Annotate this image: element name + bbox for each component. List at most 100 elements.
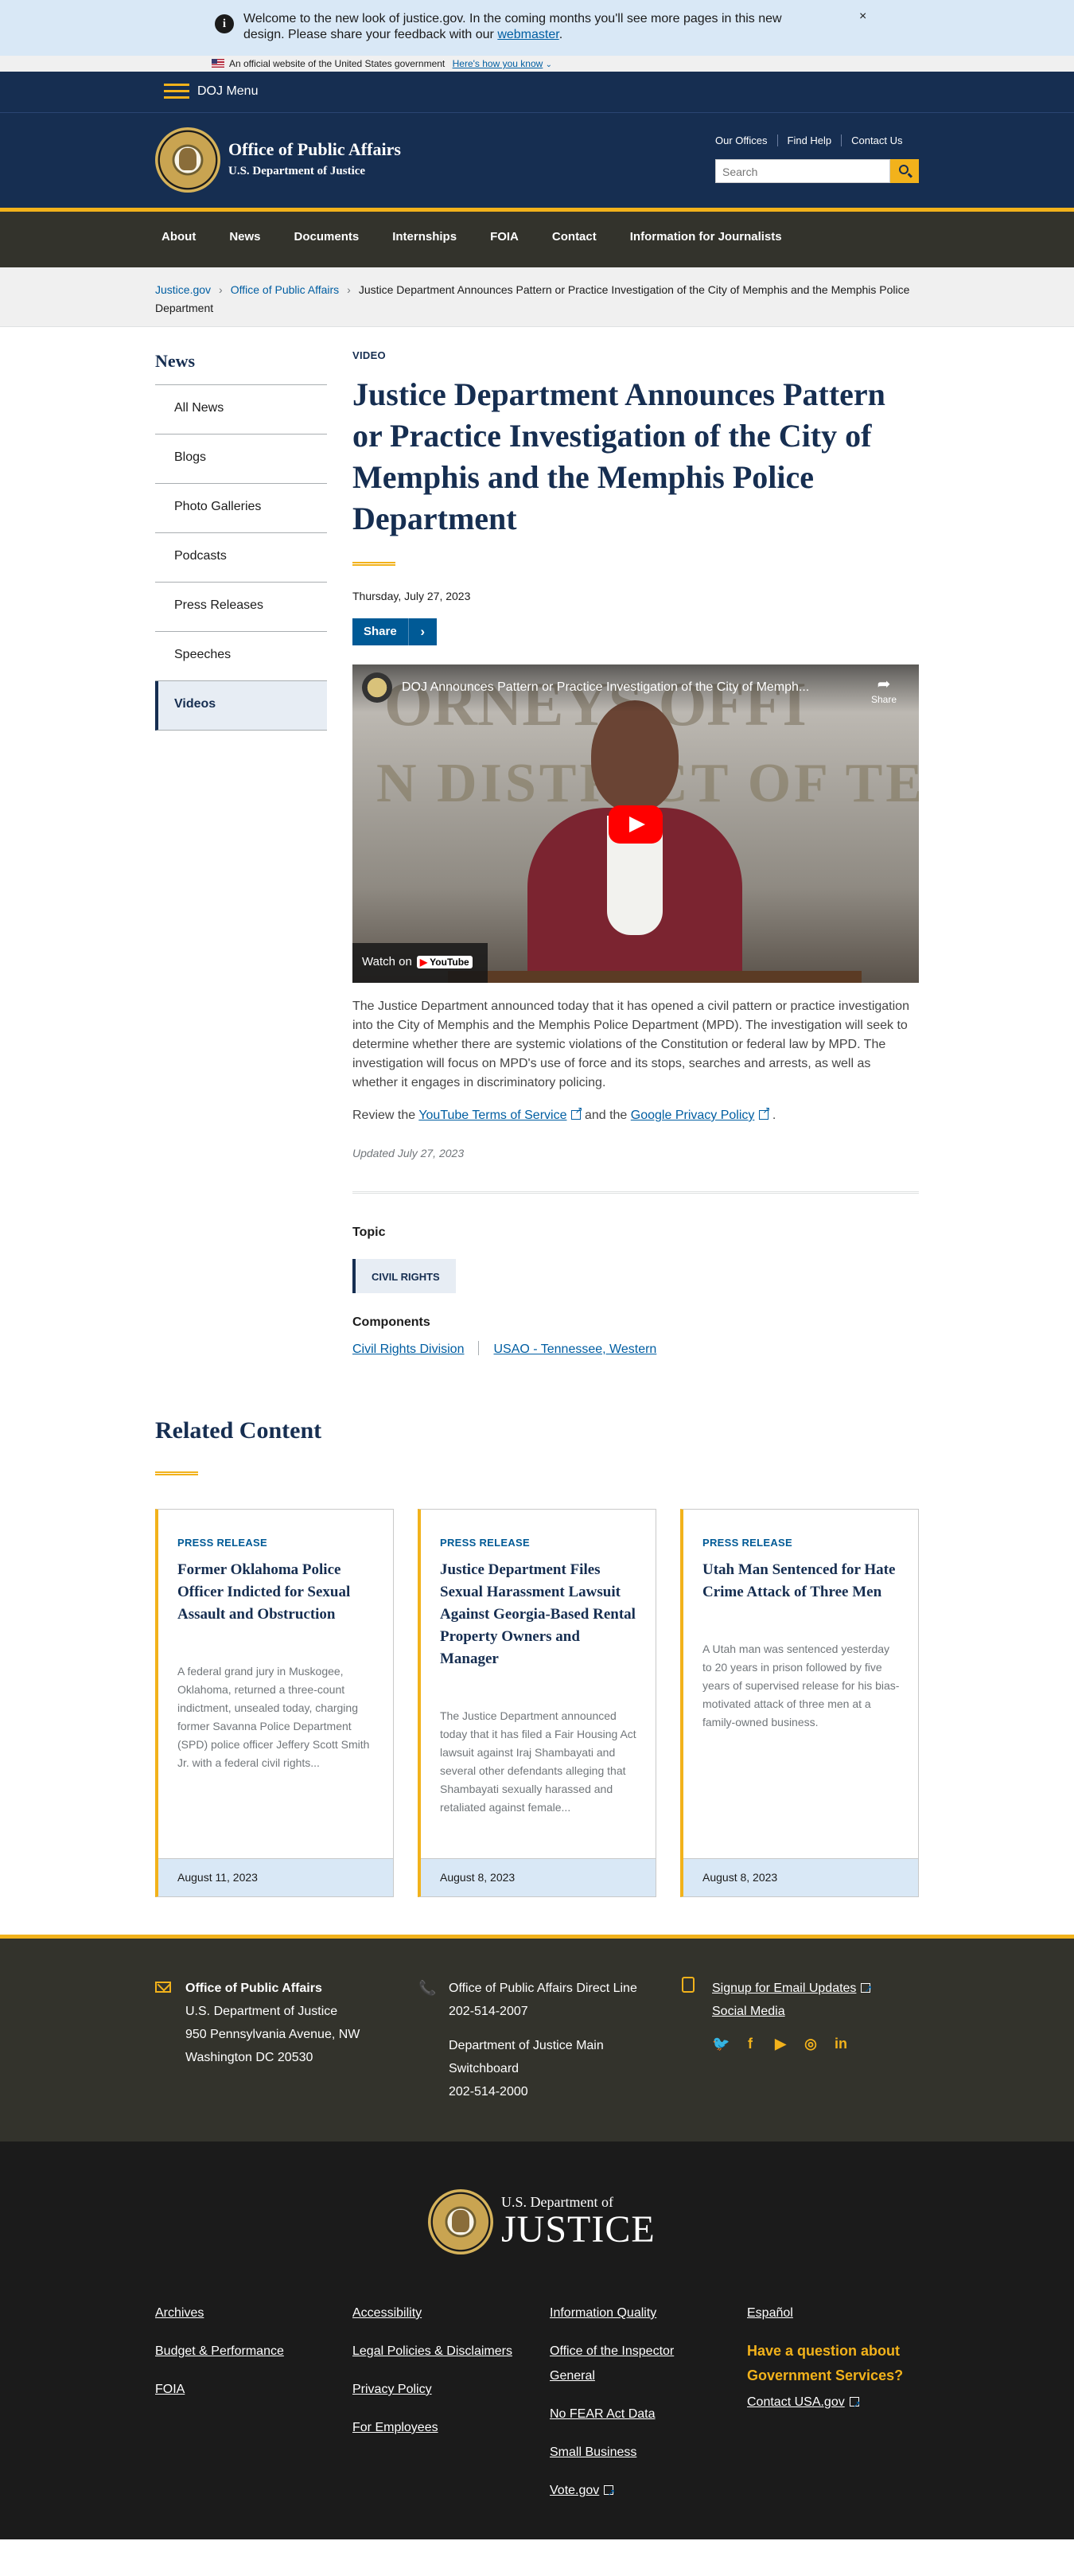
phone-number[interactable]: 202-514-2000 bbox=[449, 2080, 637, 2103]
side-nav-photo-galleries[interactable]: Photo Galleries bbox=[155, 484, 327, 533]
breadcrumb-justice-gov[interactable]: Justice.gov bbox=[155, 283, 211, 296]
footer-office-name: Office of Public Affairs bbox=[185, 1982, 322, 1995]
instagram-icon[interactable]: ◎ bbox=[803, 2032, 819, 2056]
article: VIDEO Justice Department Announces Patte… bbox=[352, 349, 919, 1357]
nav-documents[interactable]: Documents bbox=[294, 230, 360, 244]
linkedin-icon[interactable]: in bbox=[833, 2032, 849, 2056]
google-privacy-link[interactable]: Google Privacy Policy bbox=[631, 1109, 755, 1122]
phone-icon: 📞 bbox=[418, 1980, 437, 1996]
phone-number[interactable]: 202-514-2007 bbox=[449, 2000, 637, 2023]
content-type-label: VIDEO bbox=[352, 349, 386, 361]
card-summary: A federal grand jury in Muskogee, Oklaho… bbox=[177, 1665, 370, 1769]
share-label: Share bbox=[364, 625, 397, 638]
twitter-icon[interactable]: 🐦 bbox=[712, 2032, 730, 2056]
component-usao-tennessee-western[interactable]: USAO - Tennessee, Western bbox=[493, 1343, 656, 1356]
related-divider bbox=[155, 1471, 198, 1475]
card-summary: The Justice Department announced today t… bbox=[440, 1709, 636, 1814]
footer-link-vote-gov[interactable]: Vote.gov bbox=[550, 2478, 599, 2503]
card-type: PRESS RELEASE bbox=[440, 1537, 530, 1549]
doj-seal-logo[interactable] bbox=[428, 2189, 493, 2254]
footer-brand[interactable]: U.S. Department of JUSTICE bbox=[501, 2194, 656, 2249]
footer-link-privacy-policy[interactable]: Privacy Policy bbox=[352, 2377, 512, 2402]
our-offices-link[interactable]: Our Offices bbox=[715, 134, 777, 146]
social-media-link[interactable]: Social Media bbox=[712, 2005, 785, 2018]
youtube-terms-link[interactable]: YouTube Terms of Service bbox=[418, 1109, 566, 1122]
side-nav-videos[interactable]: Videos bbox=[155, 681, 327, 731]
how-you-know-link[interactable]: Here's how you know bbox=[453, 58, 543, 69]
footer-link-information-quality[interactable]: Information Quality bbox=[550, 2301, 709, 2325]
site-title[interactable]: Office of Public Affairs U.S. Department… bbox=[228, 139, 401, 178]
footer-link-accessibility[interactable]: Accessibility bbox=[352, 2301, 512, 2325]
video-share-button[interactable]: ➦ Share bbox=[871, 674, 897, 705]
menu-label: DOJ Menu bbox=[197, 84, 259, 98]
nav-about[interactable]: About bbox=[161, 230, 196, 244]
video-title[interactable]: DOJ Announces Pattern or Practice Invest… bbox=[402, 680, 855, 695]
watch-on-youtube-button[interactable]: Watch on ▶ YouTube bbox=[352, 943, 488, 983]
podium bbox=[448, 971, 862, 983]
related-card[interactable]: PRESS RELEASE Former Oklahoma Police Off… bbox=[155, 1509, 394, 1897]
share-button[interactable]: Share › bbox=[352, 618, 437, 645]
breadcrumb-bar: Justice.gov › Office of Public Affairs › Jus… bbox=[0, 267, 1074, 327]
footer-link-small-business[interactable]: Small Business bbox=[550, 2440, 709, 2465]
side-nav-press-releases[interactable]: Press Releases bbox=[155, 583, 327, 632]
footer-link-legal-policies[interactable]: Legal Policies & Disclaimers bbox=[352, 2339, 512, 2364]
nav-internships[interactable]: Internships bbox=[392, 230, 457, 244]
site-title-sub: U.S. Department of Justice bbox=[228, 165, 366, 177]
external-link-icon bbox=[861, 1978, 873, 2001]
related-card[interactable]: PRESS RELEASE Utah Man Sentenced for Hat… bbox=[680, 1509, 919, 1897]
review-terms: Review the YouTube Terms of Service and … bbox=[352, 1105, 919, 1123]
card-date: August 8, 2023 bbox=[421, 1858, 656, 1896]
search-input[interactable]: Search bbox=[715, 159, 890, 183]
footer-link-for-employees[interactable]: For Employees bbox=[352, 2415, 512, 2440]
review-mid: and the bbox=[584, 1109, 628, 1122]
find-help-link[interactable]: Find Help bbox=[776, 134, 842, 146]
card-title[interactable]: Justice Department Files Sexual Harassme… bbox=[440, 1559, 639, 1670]
side-nav-podcasts[interactable]: Podcasts bbox=[155, 533, 327, 583]
footer-brand-line2: JUSTICE bbox=[501, 2208, 656, 2251]
side-nav-speeches[interactable]: Speeches bbox=[155, 632, 327, 681]
email-updates-link[interactable]: Signup for Email Updates bbox=[712, 1982, 856, 1995]
video-speaker-head bbox=[591, 700, 679, 812]
phone-label: Switchboard bbox=[449, 2062, 519, 2075]
search-icon bbox=[899, 165, 909, 174]
footer-link-archives[interactable]: Archives bbox=[155, 2301, 284, 2325]
breadcrumb-office-of-public-affairs[interactable]: Office of Public Affairs bbox=[231, 283, 339, 296]
facebook-icon[interactable]: f bbox=[742, 2032, 758, 2056]
footer-links-col4: Español Have a question about Government… bbox=[747, 2301, 919, 2428]
topic-tag-civil-rights[interactable]: CIVIL RIGHTS bbox=[352, 1259, 456, 1293]
doj-menu-button[interactable]: DOJ Menu bbox=[164, 84, 258, 99]
footer-link-inspector-general[interactable]: Office of the Inspector General bbox=[550, 2339, 709, 2388]
card-title[interactable]: Former Oklahoma Police Officer Indicted … bbox=[177, 1559, 376, 1626]
video-player[interactable]: ORNEYS OFFI N DISTRICT OF TENN DOJ Annou… bbox=[352, 664, 919, 983]
card-title[interactable]: Utah Man Sentenced for Hate Crime Attack… bbox=[702, 1559, 901, 1604]
footer-link-espanol[interactable]: Español bbox=[747, 2301, 919, 2325]
channel-avatar[interactable] bbox=[362, 672, 392, 703]
youtube-logo-icon: ▶ YouTube bbox=[416, 956, 473, 968]
side-nav-blogs[interactable]: Blogs bbox=[155, 435, 327, 484]
footer-link-no-fear-act[interactable]: No FEAR Act Data bbox=[550, 2402, 709, 2426]
related-card[interactable]: PRESS RELEASE Justice Department Files S… bbox=[418, 1509, 656, 1897]
youtube-icon[interactable]: ▶ bbox=[772, 2032, 788, 2056]
footer-link-foia[interactable]: FOIA bbox=[155, 2377, 284, 2402]
footer-link-contact-usa-gov[interactable]: Contact USA.gov bbox=[747, 2390, 845, 2414]
component-civil-rights-division[interactable]: Civil Rights Division bbox=[352, 1343, 464, 1356]
nav-contact[interactable]: Contact bbox=[552, 230, 597, 244]
card-date: August 8, 2023 bbox=[683, 1858, 918, 1896]
doj-seal-logo[interactable] bbox=[155, 127, 220, 193]
nav-foia[interactable]: FOIA bbox=[490, 230, 519, 244]
component-separator bbox=[478, 1341, 480, 1355]
webmaster-link[interactable]: webmaster bbox=[497, 28, 558, 41]
footer-phones: 📞 Office of Public Affairs Direct Line 2… bbox=[418, 1977, 637, 2103]
nav-information-for-journalists[interactable]: Information for Journalists bbox=[630, 230, 782, 244]
external-link-icon bbox=[759, 1105, 770, 1120]
play-button-icon[interactable] bbox=[609, 805, 663, 844]
footer-address-line: 950 Pennsylvania Avenue, NW bbox=[185, 2028, 360, 2041]
footer-link-budget[interactable]: Budget & Performance bbox=[155, 2339, 284, 2364]
close-icon[interactable]: × bbox=[859, 10, 866, 24]
contact-us-link[interactable]: Contact Us bbox=[841, 134, 912, 146]
nav-news[interactable]: News bbox=[229, 230, 260, 244]
gov-banner-text: An official website of the United States… bbox=[229, 58, 446, 69]
search-button[interactable] bbox=[890, 159, 919, 183]
side-nav-all-news[interactable]: All News bbox=[155, 385, 327, 435]
video-share-label: Share bbox=[871, 694, 897, 705]
